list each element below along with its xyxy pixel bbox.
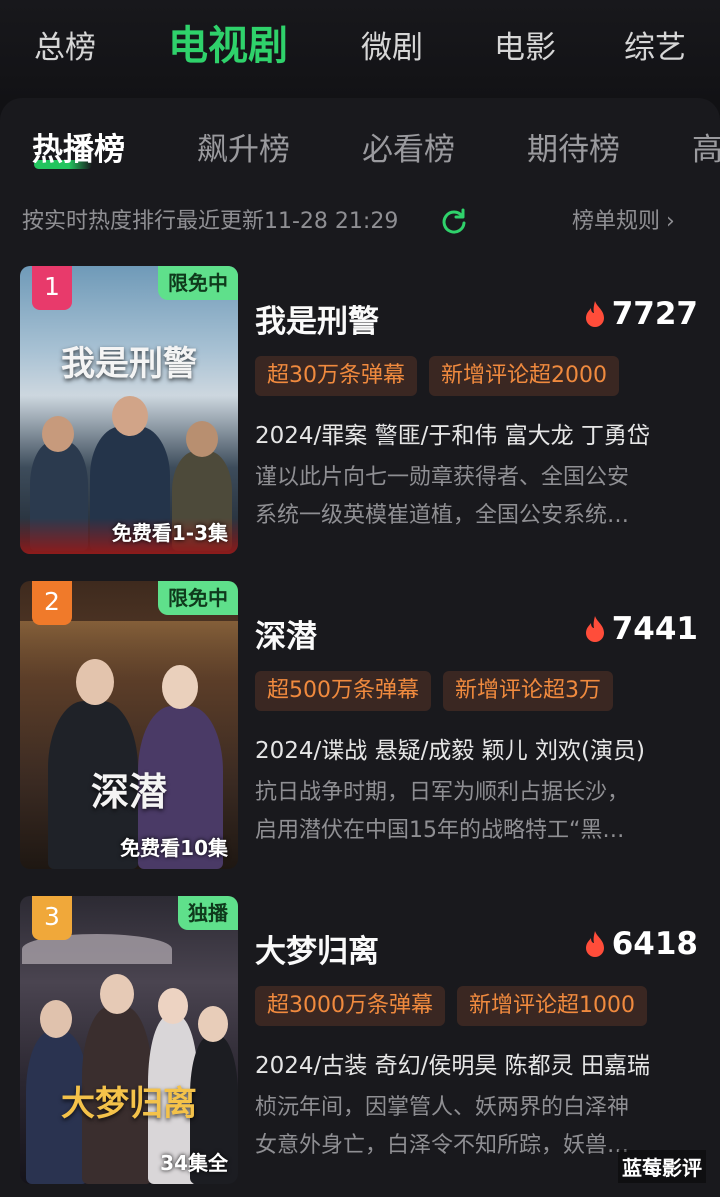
figure-head: [186, 421, 218, 457]
subtab-more[interactable]: 高: [692, 128, 720, 172]
figure-head: [112, 396, 148, 436]
category-bar: 总榜 电视剧 微剧 电影 综艺: [0, 0, 720, 100]
subtab-anticipated[interactable]: 期待榜: [527, 128, 620, 172]
update-info: 按实时热度排行最近更新11-28 21:29: [22, 209, 399, 234]
rank-badge: 1: [32, 266, 72, 310]
rank-badge: 3: [32, 896, 72, 940]
subtab-must-watch[interactable]: 必看榜: [362, 128, 455, 172]
item-title[interactable]: 大梦归离: [255, 926, 379, 971]
flame-icon: [585, 616, 604, 642]
chip: 超30万条弹幕: [255, 356, 417, 396]
item-title[interactable]: 我是刑警: [255, 296, 379, 341]
status-badge: 独播: [178, 896, 238, 930]
rules-label: 榜单规则: [572, 209, 661, 234]
poster-title: 我是刑警: [61, 344, 197, 384]
item-meta: 2024/谍战 悬疑/成毅 颖儿 刘欢(演员): [255, 738, 645, 764]
item-description: 谨以此片向七一勋章获得者、全国公安 系统一级英模崔道植，全国公安系统…: [255, 459, 698, 535]
item-meta: 2024/古装 奇幻/侯明昊 陈都灵 田嘉瑞: [255, 1053, 650, 1079]
heat-score: 7441: [584, 611, 698, 647]
heat-value: 7441: [611, 611, 698, 647]
heat-value: 6418: [611, 926, 698, 962]
poster-title: 大梦归离: [61, 1084, 197, 1124]
tab-tv-series[interactable]: 电视剧: [168, 18, 288, 74]
tab-movies[interactable]: 电影: [494, 22, 556, 74]
description-line: 抗日战争时期，日军为顺利占据长沙，: [255, 780, 630, 805]
chip: 新增评论超3万: [443, 671, 613, 711]
rules-link[interactable]: 榜单规则 ›: [572, 202, 675, 242]
chip: 新增评论超1000: [457, 986, 647, 1026]
episode-label: 免费看10集: [120, 836, 228, 860]
ranking-item[interactable]: 大梦归离 3 独播 34集全 大梦归离 6418 超3000万条弹幕 新增评论超…: [0, 896, 720, 1188]
figure-head: [42, 416, 74, 452]
highlight-chips: 超500万条弹幕 新增评论超3万: [255, 671, 613, 711]
ranking-item[interactable]: 深潜 2 限免中 免费看10集 深潜 7441 超500万条弹幕 新增评论超3万…: [0, 581, 720, 873]
subtab-hot[interactable]: 热播榜: [32, 128, 125, 172]
subtab-rising[interactable]: 飙升榜: [197, 128, 290, 172]
status-badge: 限免中: [158, 581, 238, 615]
description-line: 谨以此片向七一勋章获得者、全国公安: [255, 465, 630, 490]
figure-head: [40, 1000, 72, 1038]
figure-head: [76, 659, 114, 705]
heat-score: 6418: [584, 926, 698, 962]
episode-label: 免费看1-3集: [111, 521, 228, 545]
description-line: 系统一级英模崔道植，全国公安系统…: [255, 503, 630, 528]
heat-value: 7727: [611, 296, 698, 332]
poster: 深潜 2 限免中 免费看10集: [20, 581, 238, 869]
flame-icon: [585, 301, 604, 327]
status-badge: 限免中: [158, 266, 238, 300]
flame-icon: [585, 931, 604, 957]
item-description: 抗日战争时期，日军为顺利占据长沙， 启用潜伏在中国15年的战略特工“黑…: [255, 774, 698, 850]
refresh-icon[interactable]: [440, 207, 468, 235]
figure-head: [198, 1006, 228, 1042]
figure-head: [158, 988, 188, 1024]
tab-overall[interactable]: 总榜: [34, 22, 96, 74]
ranking-item[interactable]: 我是刑警 1 限免中 免费看1-3集 我是刑警 7727 超30万条弹幕 新增评…: [0, 266, 720, 558]
figure-head: [100, 974, 134, 1014]
description-line: 启用潜伏在中国15年的战略特工“黑…: [255, 818, 625, 843]
figure-head: [162, 665, 198, 709]
highlight-chips: 超3000万条弹幕 新增评论超1000: [255, 986, 647, 1026]
tab-variety[interactable]: 综艺: [624, 22, 686, 74]
chip: 新增评论超2000: [429, 356, 619, 396]
poster: 我是刑警 1 限免中 免费看1-3集: [20, 266, 238, 554]
watermark: 蓝莓影评: [618, 1150, 706, 1183]
poster-light: [20, 621, 238, 681]
chip: 超3000万条弹幕: [255, 986, 445, 1026]
item-meta: 2024/罪案 警匪/于和伟 富大龙 丁勇岱: [255, 423, 650, 449]
tab-micro-drama[interactable]: 微剧: [361, 22, 423, 74]
poster: 大梦归离 3 独播 34集全: [20, 896, 238, 1184]
heat-score: 7727: [584, 296, 698, 332]
highlight-chips: 超30万条弹幕 新增评论超2000: [255, 356, 619, 396]
episode-label: 34集全: [160, 1151, 228, 1175]
rank-badge: 2: [32, 581, 72, 625]
item-title[interactable]: 深潜: [255, 611, 317, 656]
chevron-right-icon: ›: [666, 209, 675, 234]
chip: 超500万条弹幕: [255, 671, 431, 711]
poster-title: 深潜: [90, 769, 167, 814]
description-line: 桢沅年间，因掌管人、妖两界的白泽神: [255, 1095, 630, 1120]
